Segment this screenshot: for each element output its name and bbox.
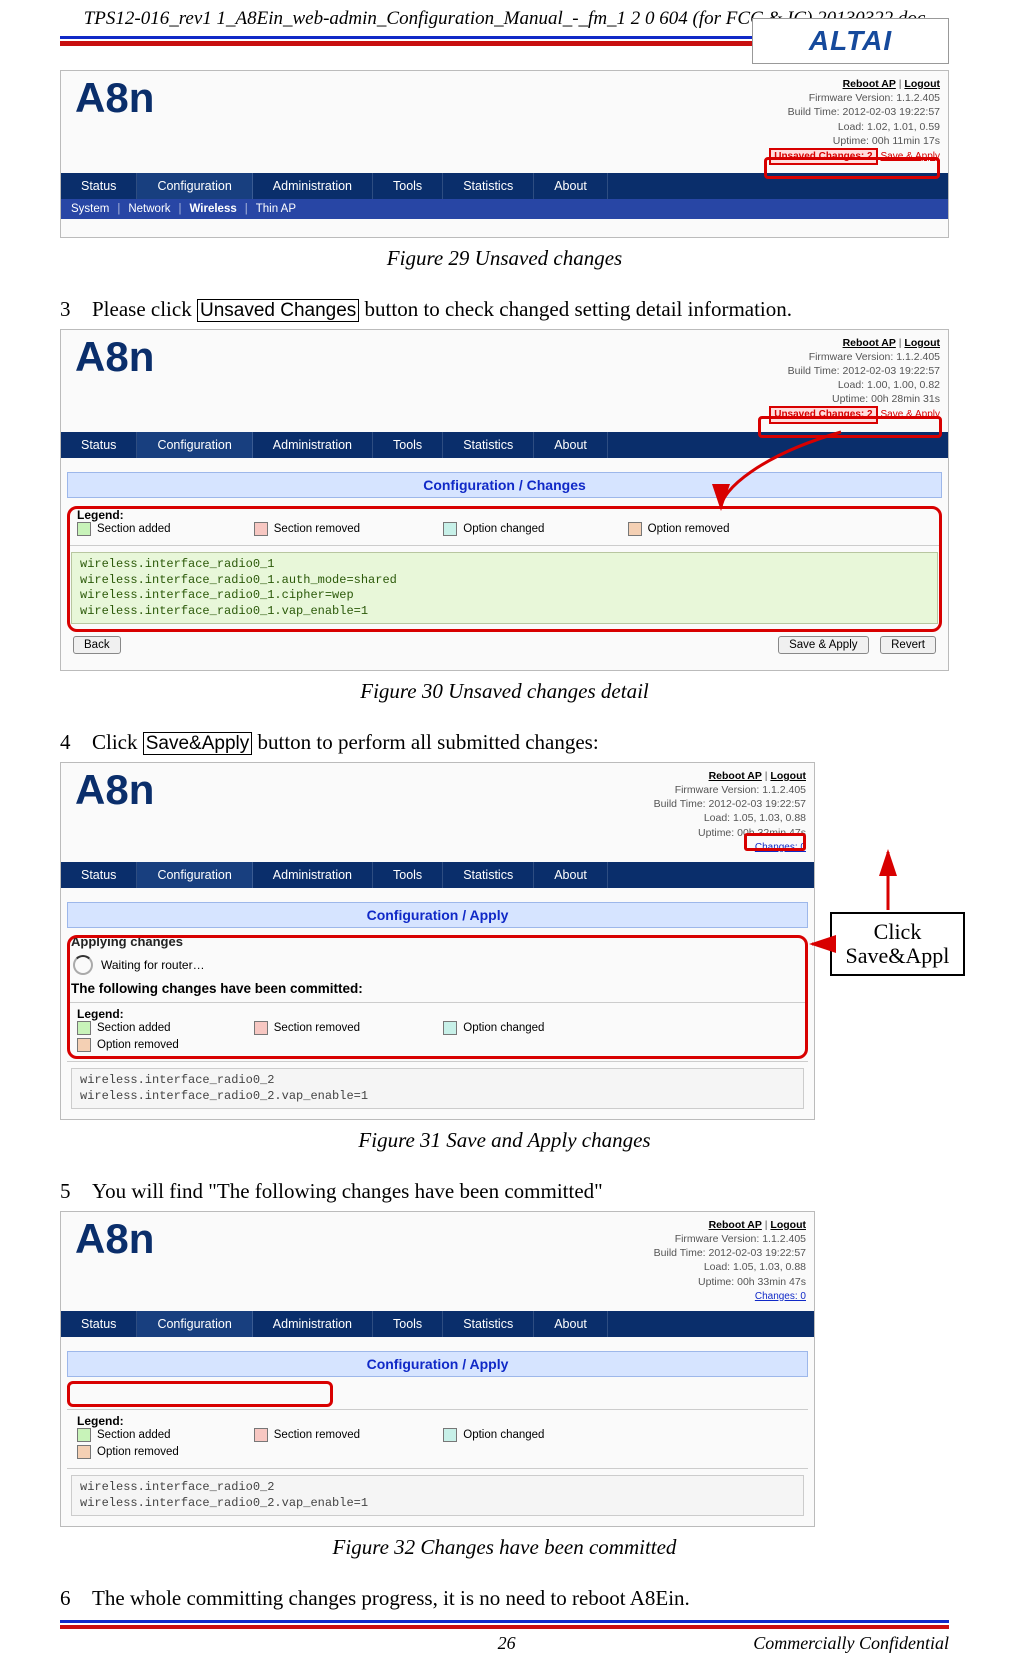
panel-changes: Configuration / Changes (67, 472, 942, 498)
reboot-link[interactable]: Reboot AP (709, 770, 762, 782)
subnav-system[interactable]: System (71, 203, 109, 215)
nav-about[interactable]: About (534, 432, 608, 458)
nav-admin[interactable]: Administration (253, 432, 373, 458)
save-apply-link[interactable]: Save & Apply (881, 409, 940, 420)
caption-fig29: Figure 29 Unsaved changes (60, 246, 949, 271)
unsaved-changes-btn[interactable]: Unsaved Changes: 2 (769, 148, 877, 166)
step-3: 3 Please click Unsaved Changes button to… (60, 295, 949, 325)
committed-label: The following changes have been committe… (71, 981, 804, 996)
nav-status[interactable]: Status (61, 173, 137, 199)
page-number: 26 (260, 1633, 753, 1654)
step-6: 6 The whole committing changes progress,… (60, 1584, 949, 1613)
spinner-icon (73, 955, 93, 975)
save-apply-button[interactable]: Save & Apply (778, 636, 868, 654)
applying-label: Applying changes (71, 934, 804, 949)
reboot-link[interactable]: Reboot AP (843, 337, 896, 349)
btn-token-unsaved: Unsaved Changes (197, 299, 359, 322)
changes-code: wireless.interface_radio0_1 wireless.int… (71, 552, 938, 624)
changes-link[interactable]: Changes: 0 (755, 1291, 806, 1302)
nav-status[interactable]: Status (61, 432, 137, 458)
status-block: Reboot AP | Logout Firmware Version: 1.1… (769, 77, 940, 165)
committed-code: wireless.interface_radio0_2 wireless.int… (71, 1475, 804, 1516)
logout-link[interactable]: Logout (904, 337, 940, 349)
logout-link[interactable]: Logout (770, 1219, 806, 1231)
screenshot-fig30: A8n Reboot AP | Logout Firmware Version:… (60, 329, 949, 672)
altai-logo: ALTAI (752, 18, 949, 64)
save-apply-link[interactable]: Save & Apply (881, 151, 940, 162)
sub-nav: System| Network| Wireless| Thin AP (61, 199, 948, 219)
btn-token-saveapply: Save&Apply (143, 732, 253, 755)
back-button[interactable]: Back (73, 636, 121, 654)
product-logo: A8n (75, 336, 154, 424)
revert-button[interactable]: Revert (880, 636, 936, 654)
callout-saveapply-label: Click Save&Appl (830, 912, 965, 976)
nav-about[interactable]: About (534, 173, 608, 199)
product-logo: A8n (75, 77, 154, 165)
main-nav: Status Configuration Administration Tool… (61, 173, 948, 199)
committed-code: wireless.interface_radio0_2 wireless.int… (71, 1068, 804, 1109)
callout-committed-box (67, 1381, 333, 1407)
caption-fig30: Figure 30 Unsaved changes detail (60, 679, 949, 704)
screenshot-fig32: A8n Reboot AP | Logout Firmware Version:… (60, 1211, 815, 1528)
nav-stats[interactable]: Statistics (443, 173, 534, 199)
panel-apply: Configuration / Apply (67, 902, 808, 928)
screenshot-fig29: A8n Reboot AP | Logout Firmware Version:… (60, 70, 949, 238)
nav-tools[interactable]: Tools (373, 173, 443, 199)
confidential-label: Commercially Confidential (753, 1633, 949, 1654)
logout-link[interactable]: Logout (770, 770, 806, 782)
panel-apply: Configuration / Apply (67, 1351, 808, 1377)
subnav-thinap[interactable]: Thin AP (256, 203, 296, 215)
step-4: 4 Click Save&Apply button to perform all… (60, 728, 949, 758)
nav-stats[interactable]: Statistics (443, 432, 534, 458)
nav-admin[interactable]: Administration (253, 173, 373, 199)
unsaved-changes-btn[interactable]: Unsaved Changes: 2 (769, 406, 877, 424)
caption-fig31: Figure 31 Save and Apply changes (60, 1128, 949, 1153)
reboot-link[interactable]: Reboot AP (843, 78, 896, 90)
changes-link[interactable]: Changes: 0 (755, 842, 806, 853)
header-rule: ALTAI (60, 36, 949, 46)
screenshot-fig31: A8n Reboot AP | Logout Firmware Version:… (60, 762, 815, 1121)
legend: Legend: Section added Section removed Op… (67, 504, 942, 546)
nav-config[interactable]: Configuration (137, 432, 252, 458)
step-5: 5 You will find "The following changes h… (60, 1177, 949, 1206)
nav-config[interactable]: Configuration (137, 173, 252, 199)
reboot-link[interactable]: Reboot AP (709, 1219, 762, 1231)
nav-tools[interactable]: Tools (373, 432, 443, 458)
caption-fig32: Figure 32 Changes have been committed (60, 1535, 949, 1560)
subnav-wireless[interactable]: Wireless (190, 203, 237, 215)
subnav-network[interactable]: Network (128, 203, 170, 215)
logout-link[interactable]: Logout (904, 78, 940, 90)
